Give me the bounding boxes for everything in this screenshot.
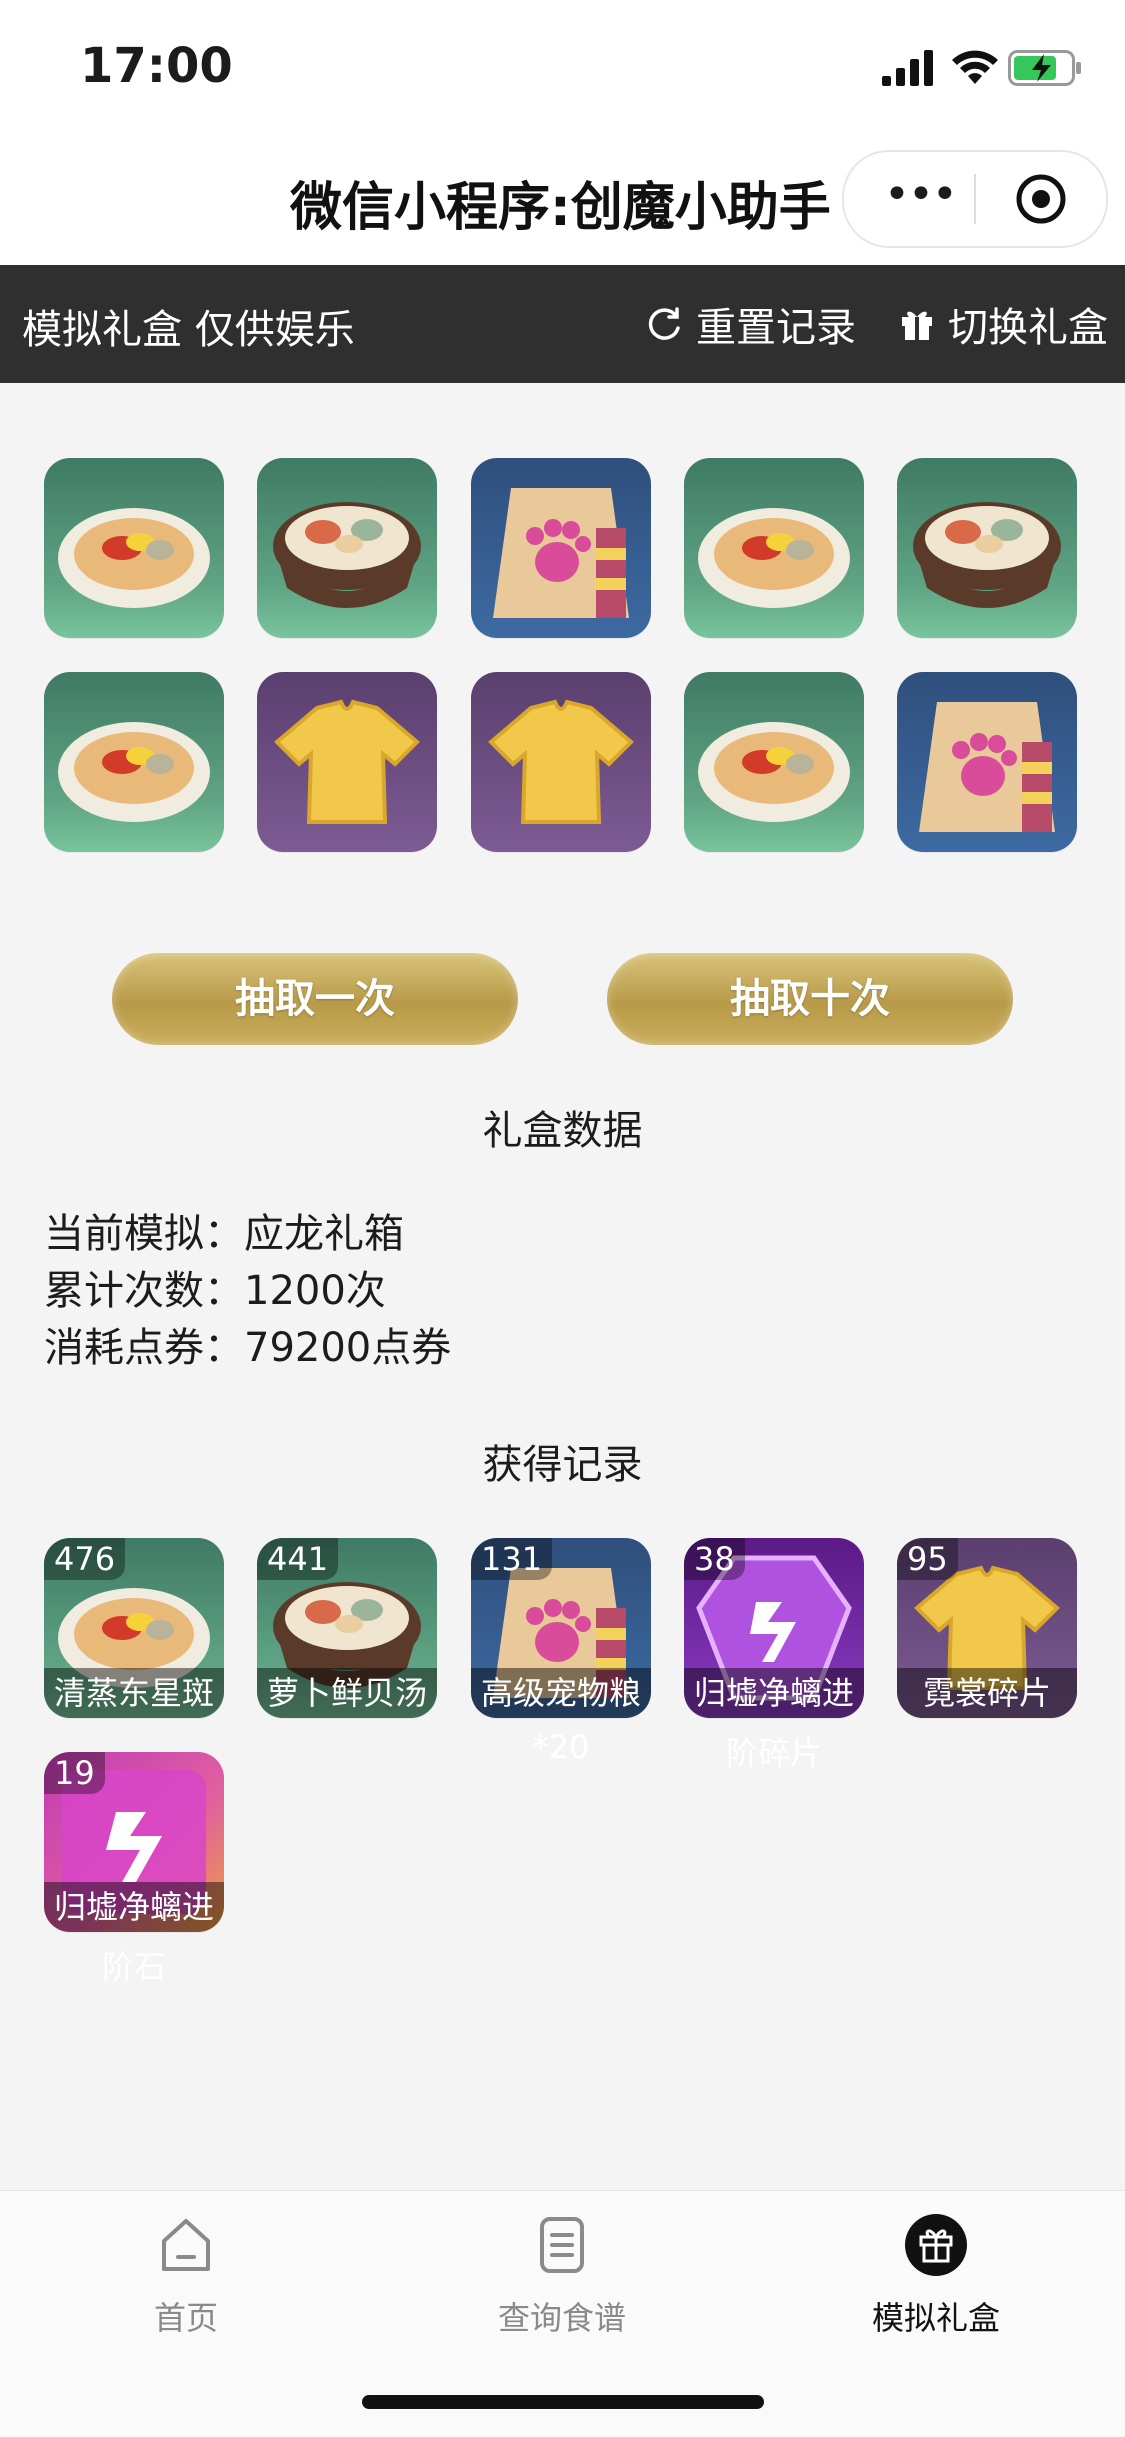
record-name: 萝卜鲜贝汤 bbox=[257, 1668, 437, 1718]
record-item: 441 萝卜鲜贝汤 bbox=[257, 1538, 437, 1718]
draw-ten-button[interactable]: 抽取十次 bbox=[607, 953, 1013, 1045]
record-item: 19 归墟净螭进 bbox=[44, 1752, 224, 1932]
records-section-title: 获得记录 bbox=[482, 1442, 643, 1488]
gift-icon bbox=[905, 2214, 967, 2276]
record-count: 441 bbox=[257, 1538, 339, 1580]
result-tile bbox=[471, 458, 651, 638]
record-item: 95 霓裳碎片 bbox=[897, 1538, 1077, 1718]
close-target-icon[interactable] bbox=[1014, 172, 1068, 226]
result-tile bbox=[684, 672, 864, 852]
home-indicator bbox=[362, 2395, 764, 2409]
record-count: 95 bbox=[897, 1538, 958, 1580]
fish-dish-icon bbox=[58, 722, 210, 822]
fish-dish-icon bbox=[698, 508, 850, 608]
result-tile bbox=[897, 458, 1077, 638]
result-tile bbox=[471, 672, 651, 852]
record-name: 清蒸东星斑 bbox=[44, 1668, 224, 1718]
record-name: 高级宠物粮 bbox=[471, 1668, 651, 1718]
stat-current: 当前模拟：应龙礼箱 bbox=[44, 1211, 404, 1257]
record-name: 霓裳碎片 bbox=[897, 1668, 1077, 1718]
more-button[interactable]: ••• bbox=[884, 173, 958, 217]
fish-dish-icon bbox=[698, 722, 850, 822]
result-tile bbox=[684, 458, 864, 638]
result-tile bbox=[44, 458, 224, 638]
record-count: 476 bbox=[44, 1538, 126, 1580]
record-count: 131 bbox=[471, 1538, 553, 1580]
tab-giftbox-label: 模拟礼盒 bbox=[871, 2299, 1000, 2337]
record-item: 131 高级宠物粮 bbox=[471, 1538, 651, 1718]
draw-once-button[interactable]: 抽取一次 bbox=[112, 953, 518, 1045]
record-item: 476 清蒸东星斑 bbox=[44, 1538, 224, 1718]
status-time: 17:00 bbox=[80, 38, 233, 94]
document-icon bbox=[540, 2217, 584, 2273]
record-name: 归墟净螭进 bbox=[684, 1668, 864, 1718]
soup-bowl-icon bbox=[273, 502, 421, 608]
title-bar: 微信小程序:创魔小助手 ••• bbox=[0, 135, 1125, 265]
signal-icon bbox=[882, 50, 933, 86]
disclaimer-label: 模拟礼盒 仅供娱乐 bbox=[22, 307, 355, 353]
stat-cost: 消耗点券：79200点券 bbox=[44, 1325, 452, 1371]
reset-records-button[interactable]: 重置记录 bbox=[646, 295, 856, 353]
capsule-divider bbox=[974, 174, 976, 224]
page-title: 微信小程序:创魔小助手 bbox=[290, 178, 831, 238]
switch-giftbox-button[interactable]: 切换礼盒 bbox=[900, 295, 1108, 353]
record-item: 38 归墟净螭进 bbox=[684, 1538, 864, 1718]
switch-label: 切换礼盒 bbox=[948, 305, 1108, 351]
gift-icon bbox=[902, 311, 932, 340]
result-tile bbox=[257, 458, 437, 638]
stats-section-title: 礼盒数据 bbox=[482, 1108, 643, 1154]
pet-food-bag-icon bbox=[493, 488, 629, 618]
record-name-overflow: 阶碎片 bbox=[725, 1734, 822, 1772]
result-tile bbox=[257, 672, 437, 852]
tab-giftbox[interactable]: 模拟礼盒 bbox=[786, 2213, 1086, 2339]
record-count: 38 bbox=[684, 1538, 745, 1580]
soup-bowl-icon bbox=[913, 502, 1061, 608]
record-name: 归墟净螭进 bbox=[44, 1882, 224, 1932]
wifi-icon bbox=[952, 50, 998, 84]
result-tile bbox=[44, 672, 224, 852]
record-name-overflow: 阶石 bbox=[101, 1948, 166, 1986]
stat-count: 累计次数：1200次 bbox=[44, 1268, 386, 1314]
tab-home[interactable]: 首页 bbox=[36, 2213, 336, 2339]
miniprogram-capsule: ••• bbox=[842, 150, 1108, 248]
status-bar: 17:00 bbox=[0, 0, 1125, 135]
record-name-overflow: *20 bbox=[532, 1728, 590, 1766]
home-icon bbox=[162, 2219, 210, 2271]
top-nav: 模拟礼盒 仅供娱乐 重置记录 切换礼盒 bbox=[0, 265, 1125, 383]
fish-dish-icon bbox=[58, 508, 210, 608]
stats-block: 当前模拟：应龙礼箱 累计次数：1200次 消耗点券：79200点券 bbox=[44, 1206, 451, 1377]
record-count: 19 bbox=[44, 1752, 105, 1794]
tab-home-label: 首页 bbox=[153, 2299, 218, 2337]
tab-recipes-label: 查询食谱 bbox=[497, 2299, 626, 2337]
result-tile bbox=[897, 672, 1077, 852]
shirt-fragment-icon bbox=[488, 699, 634, 824]
reset-label: 重置记录 bbox=[696, 305, 856, 351]
pet-food-bag-icon bbox=[919, 702, 1055, 832]
battery-icon bbox=[1008, 50, 1081, 86]
shirt-fragment-icon bbox=[274, 699, 420, 824]
tab-recipes[interactable]: 查询食谱 bbox=[412, 2213, 712, 2339]
refresh-icon bbox=[648, 307, 680, 340]
